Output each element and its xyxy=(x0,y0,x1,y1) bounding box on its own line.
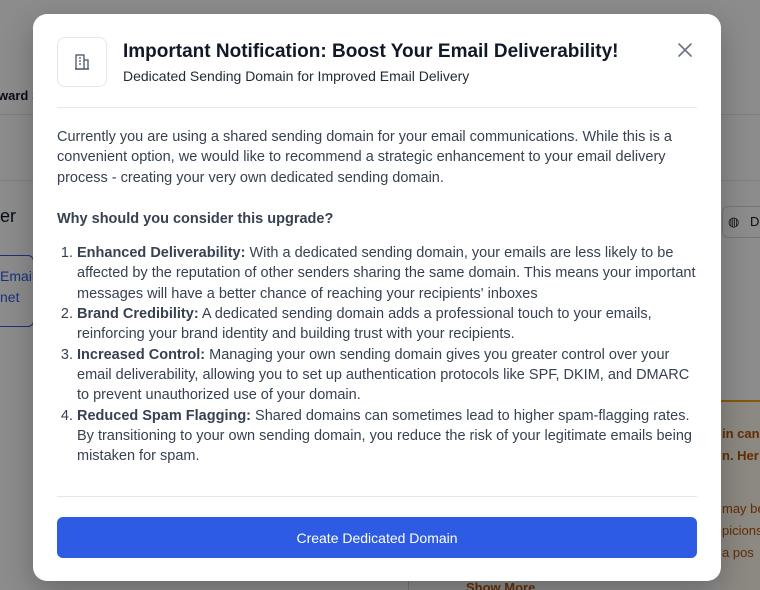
modal-title: Important Notification: Boost Your Email… xyxy=(123,41,619,62)
reason-lead: Brand Credibility: xyxy=(77,306,199,323)
modal-subtitle: Dedicated Sending Domain for Improved Em… xyxy=(123,68,470,84)
header-icon-box xyxy=(57,37,107,87)
list-item: Brand Credibility: A dedicated sending d… xyxy=(77,304,697,345)
reasons-list: Enhanced Deliverability: With a dedicate… xyxy=(57,243,697,466)
list-item: Enhanced Deliverability: With a dedicate… xyxy=(77,243,697,304)
building-icon xyxy=(75,54,89,70)
create-dedicated-domain-button[interactable]: Create Dedicated Domain xyxy=(57,517,697,558)
notification-modal: Important Notification: Boost Your Email… xyxy=(33,14,721,581)
modal-body: Currently you are using a shared sending… xyxy=(57,127,697,466)
list-item: Reduced Spam Flagging: Shared domains ca… xyxy=(77,406,697,467)
header-divider xyxy=(57,107,697,108)
close-button[interactable] xyxy=(675,40,695,60)
footer-divider xyxy=(57,496,697,497)
reason-lead: Reduced Spam Flagging: xyxy=(77,407,252,424)
reason-lead: Enhanced Deliverability: xyxy=(77,245,246,262)
reason-lead: Increased Control: xyxy=(77,346,206,363)
intro-paragraph: Currently you are using a shared sending… xyxy=(57,129,672,186)
why-heading: Why should you consider this upgrade? xyxy=(57,210,334,227)
close-icon xyxy=(678,43,692,57)
list-item: Increased Control: Managing your own sen… xyxy=(77,345,697,406)
